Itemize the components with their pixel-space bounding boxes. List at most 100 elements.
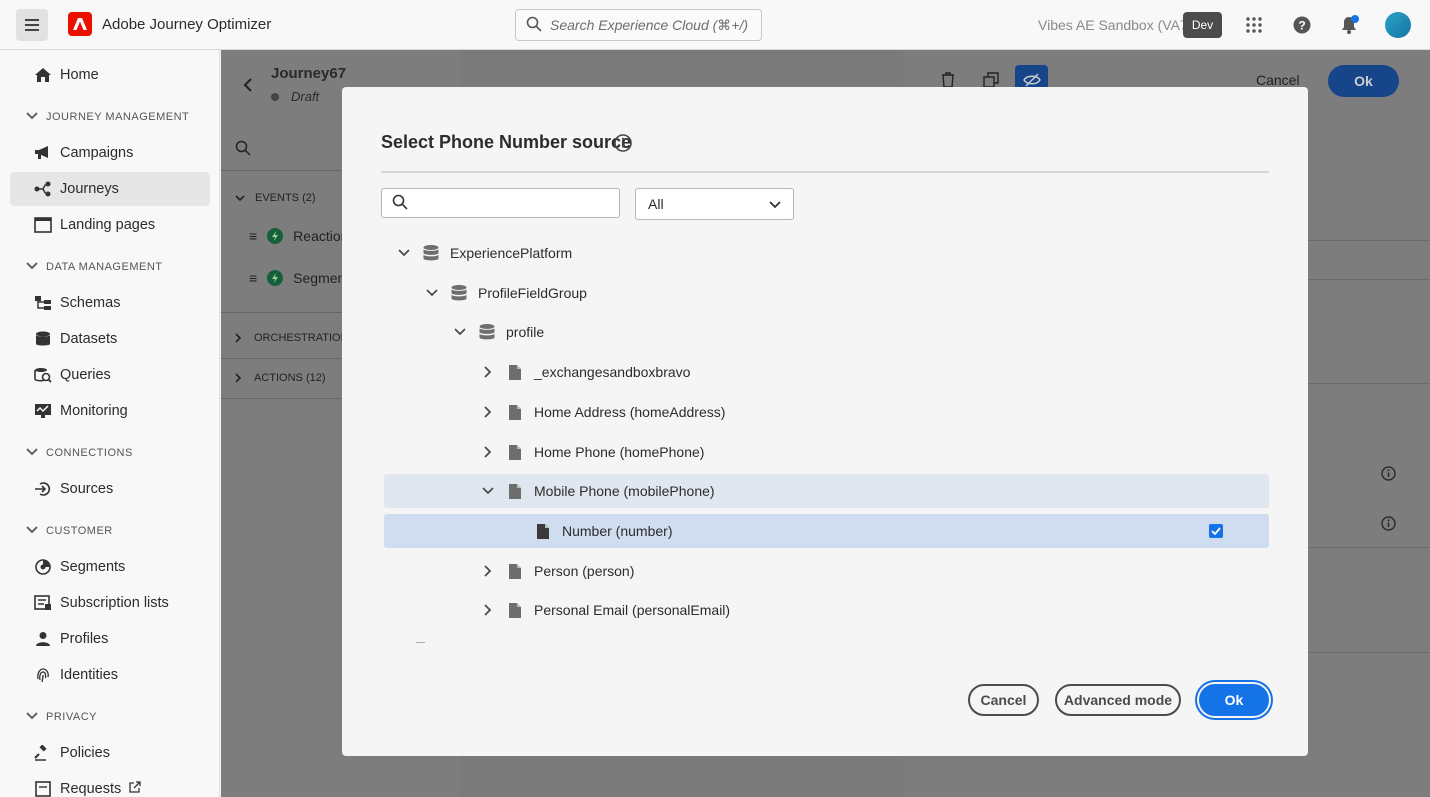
tree-node-label: Person (person) [534,563,635,579]
chevron-right-icon[interactable] [480,404,496,420]
tree-node-label: Mobile Phone (mobilePhone) [534,483,715,499]
nav-segments-label: Segments [60,559,126,575]
notifications-bell-icon[interactable] [1337,13,1361,37]
nav-sources[interactable]: Sources [10,472,210,506]
env-badge: Dev [1183,12,1222,38]
search-icon [392,194,408,213]
panel-ok-button[interactable]: Ok [1328,65,1399,97]
nav-campaigns[interactable]: Campaigns [10,136,210,170]
tree-node[interactable]: _exchangesandboxbravo [384,355,1269,389]
dialog-divider [381,171,1269,173]
nav-queries[interactable]: Queries [10,358,210,392]
chevron-down-icon[interactable] [480,483,496,499]
nav-requests-label: Requests [60,781,122,797]
chevron-down-icon[interactable] [396,245,412,261]
nav-requests[interactable]: Requests [10,772,210,797]
event-item-segment[interactable]: ≡ Segment [249,270,349,286]
section-customer[interactable]: CUSTOMER [26,525,113,537]
event-item-reaction[interactable]: ≡ Reaction [249,228,348,244]
tree-node[interactable]: Home Address (homeAddress) [384,395,1269,429]
palette-search-icon[interactable] [235,140,251,159]
user-avatar[interactable] [1385,12,1411,38]
chevron-right-icon[interactable] [480,444,496,460]
section-journey-management[interactable]: JOURNEY MANAGEMENT [26,111,189,123]
file-icon [506,403,524,421]
nav-monitoring[interactable]: Monitoring [10,394,210,428]
nav-identities[interactable]: Identities [10,658,210,692]
tree-node-label: profile [506,324,545,340]
file-icon [506,443,524,461]
field-search-input[interactable] [381,188,620,218]
advanced-mode-button[interactable]: Advanced mode [1055,684,1181,716]
file-icon [506,482,524,500]
chevron-right-icon[interactable] [480,602,496,618]
chevron-right-icon[interactable] [480,364,496,380]
tree-node[interactable]: ExperiencePlatform [384,236,1269,270]
apps-grid-icon[interactable] [1242,13,1266,37]
list-scroll-hint [416,642,425,643]
file-icon [534,522,552,540]
nav-subscription-lists[interactable]: Subscription lists [10,586,210,620]
nav-landing-pages[interactable]: Landing pages [10,208,210,242]
top-bar: Adobe Journey Optimizer Search Experienc… [0,0,1430,50]
lightning-icon [267,270,284,286]
filter-dropdown[interactable]: All [635,188,794,220]
tree-node[interactable]: Mobile Phone (mobilePhone) [384,474,1269,508]
cancel-button[interactable]: Cancel [968,684,1039,716]
help-icon[interactable]: ? [1290,13,1314,37]
section-data-management[interactable]: DATA MANAGEMENT [26,261,163,273]
info-icon[interactable] [1381,516,1396,534]
filter-selected-value: All [648,196,664,212]
app-title[interactable]: Adobe Journey Optimizer [102,16,271,33]
info-icon[interactable] [613,133,633,153]
landing-page-icon [34,216,52,234]
chevron-down-icon[interactable] [424,285,440,301]
nav-journeys-label: Journeys [60,181,119,197]
chevron-down-icon [26,111,38,123]
file-icon [506,363,524,381]
adobe-logo-icon[interactable] [68,12,92,36]
global-search-input[interactable]: Search Experience Cloud (⌘+/) [515,9,762,41]
field-search-text[interactable] [414,195,604,211]
tree-node[interactable]: Person (person) [384,554,1269,588]
nav-profiles[interactable]: Profiles [10,622,210,656]
chevron-right-icon[interactable] [480,563,496,579]
tree-node-label: _exchangesandboxbravo [534,364,691,380]
menu-icon[interactable] [16,9,48,41]
database-icon [422,244,440,262]
tree-node-label: ProfileFieldGroup [478,285,587,301]
nav-schemas[interactable]: Schemas [10,286,210,320]
tree-node-label: Home Address (homeAddress) [534,404,726,420]
monitoring-icon [34,402,52,420]
node-checkbox[interactable] [1209,524,1223,538]
lightning-icon [267,228,284,244]
section-privacy[interactable]: PRIVACY [26,711,97,723]
event-reaction-label: Reaction [293,228,349,244]
section-connections[interactable]: CONNECTIONS [26,447,133,459]
back-arrow-icon[interactable] [243,78,253,95]
nav-journeys[interactable]: Journeys [10,172,210,206]
tree-node[interactable]: Personal Email (personalEmail) [384,593,1269,627]
tree-node[interactable]: ProfileFieldGroup [384,276,1269,310]
nav-datasets[interactable]: Datasets [10,322,210,356]
nav-policies[interactable]: Policies [10,736,210,770]
nav-home[interactable]: Home [10,58,210,92]
info-icon[interactable] [1381,466,1396,484]
tree-node-label: Personal Email (personalEmail) [534,602,731,618]
tree-node-label: Number (number) [562,523,673,539]
ok-button[interactable]: Ok [1199,684,1269,716]
journey-icon [34,180,52,198]
sandbox-switcher[interactable]: Vibes AE Sandbox (VA7) [1038,17,1192,33]
chevron-down-icon[interactable] [452,324,468,340]
actions-group[interactable]: ACTIONS (12) [235,372,326,384]
panel-cancel-button[interactable]: Cancel [1256,72,1300,88]
section-connections-label: CONNECTIONS [46,447,133,459]
file-icon [506,562,524,580]
nav-policies-label: Policies [60,745,110,761]
tree-node[interactable]: Home Phone (homePhone) [384,435,1269,469]
nav-segments[interactable]: Segments [10,550,210,584]
section-journey-management-label: JOURNEY MANAGEMENT [46,111,190,123]
tree-node[interactable]: profile [384,315,1269,349]
tree-node[interactable]: Number (number) [384,514,1269,548]
events-group[interactable]: EVENTS (2) [235,192,316,204]
